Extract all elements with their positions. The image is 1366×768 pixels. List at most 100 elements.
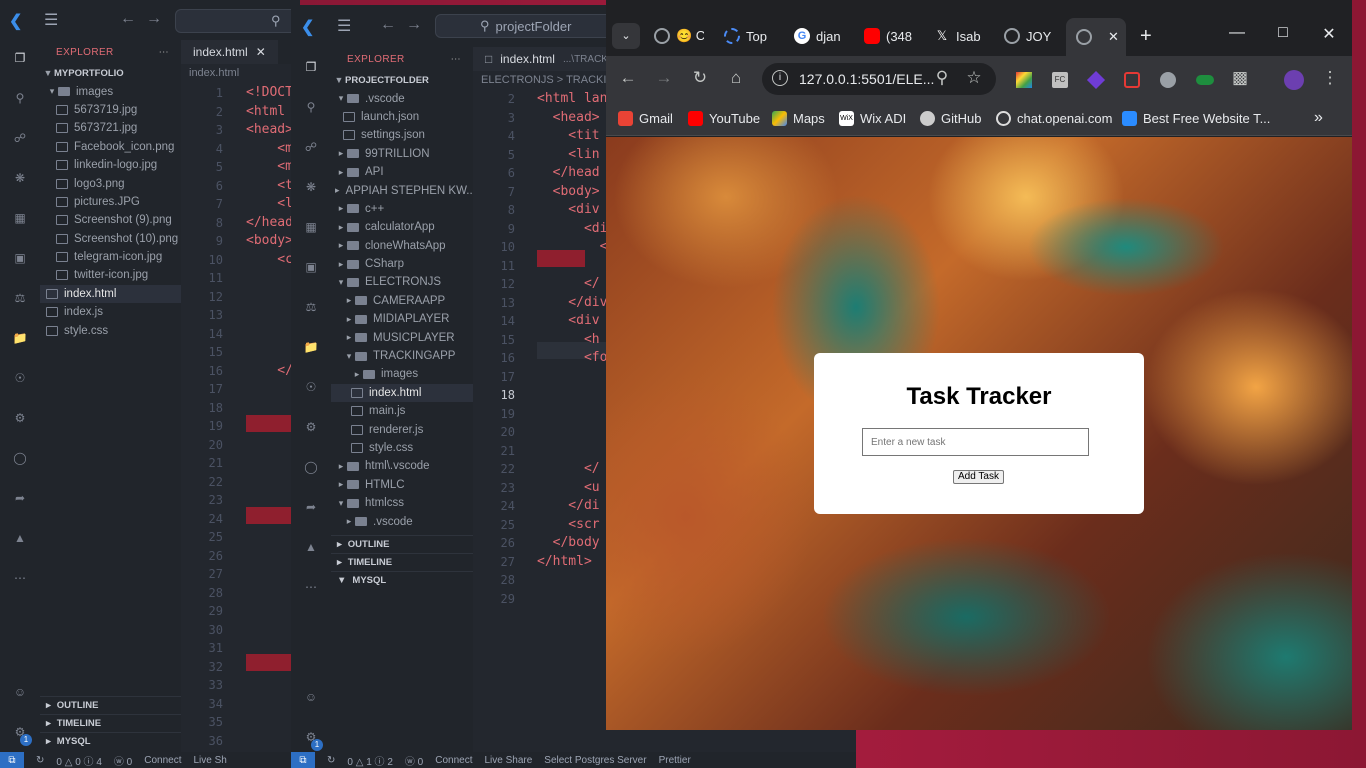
- file-item[interactable]: Screenshot (10).png: [40, 230, 181, 248]
- folder-item[interactable]: ▸ cloneWhatsApp: [331, 237, 473, 255]
- browser-tab[interactable]: (348: [864, 21, 914, 51]
- home-icon[interactable]: ⌂: [724, 68, 748, 88]
- menu-icon[interactable]: ☰: [337, 16, 351, 36]
- forward-arrow-icon[interactable]: →: [652, 68, 676, 88]
- more-actions-icon[interactable]: ⋯: [159, 47, 169, 58]
- address-bar[interactable]: i 127.0.0.1:5501/ELE...: [762, 63, 996, 95]
- explorer-icon[interactable]: ❐: [0, 38, 40, 78]
- bookmark-chatgpt[interactable]: chat.openai.com: [996, 108, 1112, 128]
- maximize-icon[interactable]: □: [1260, 24, 1306, 42]
- folder-item[interactable]: ▸ API: [331, 163, 473, 181]
- search-icon[interactable]: ⚲: [0, 78, 40, 118]
- section-mysql[interactable]: ▼ MYSQL: [331, 571, 473, 589]
- extensions-puzzle-icon[interactable]: ▩: [1228, 68, 1252, 88]
- folder-item[interactable]: ▸ CAMERAAPP: [331, 292, 473, 310]
- git-graph-icon[interactable]: ☉: [291, 367, 331, 407]
- file-item[interactable]: telegram-icon.jpg: [40, 248, 181, 266]
- folder-icon[interactable]: 📁: [291, 327, 331, 367]
- folder-item[interactable]: ▸ HTMLC: [331, 476, 473, 494]
- add-task-button[interactable]: Add Task: [953, 470, 1004, 484]
- live-share-status[interactable]: Live Share: [484, 755, 532, 766]
- azure-icon[interactable]: ▲: [0, 518, 40, 558]
- azure-icon[interactable]: ▲: [291, 527, 331, 567]
- file-item[interactable]: style.css: [40, 321, 181, 339]
- folder-item[interactable]: ▸ MUSICPLAYER: [331, 328, 473, 346]
- folder-item[interactable]: ▸ html\.vscode: [331, 457, 473, 475]
- debug-icon[interactable]: ❋: [0, 158, 40, 198]
- back-arrow-icon[interactable]: ←: [120, 10, 136, 28]
- command-center-search[interactable]: ⚲: [175, 9, 300, 33]
- folder-item[interactable]: ▸ c++: [331, 200, 473, 218]
- forward-arrow-icon[interactable]: →: [146, 10, 162, 28]
- file-item[interactable]: logo3.png: [40, 174, 181, 192]
- testing-icon[interactable]: ⚖: [291, 287, 331, 327]
- forward-arrow-icon[interactable]: →: [406, 16, 422, 34]
- source-control-icon[interactable]: ☍: [0, 118, 40, 158]
- file-item[interactable]: Screenshot (9).png: [40, 211, 181, 229]
- prettier-status[interactable]: Prettier: [659, 755, 691, 766]
- browser-tab[interactable]: JOY: [1004, 21, 1054, 51]
- git-graph-icon[interactable]: ☉: [0, 358, 40, 398]
- reload-icon[interactable]: ↻: [688, 68, 712, 88]
- browser-tab[interactable]: 😊 C: [654, 21, 704, 51]
- bookmark-maps[interactable]: Maps: [772, 108, 825, 128]
- file-item[interactable]: twitter-icon.jpg: [40, 266, 181, 284]
- browser-tab[interactable]: 𝕏 Isab: [934, 21, 984, 51]
- editor-tab[interactable]: index.html ✕: [181, 40, 278, 64]
- folder-item[interactable]: ▸ .vscode: [331, 512, 473, 530]
- folder-item[interactable]: ▸ MIDIAPLAYER: [331, 310, 473, 328]
- file-item[interactable]: linkedin-logo.jpg: [40, 156, 181, 174]
- file-item[interactable]: renderer.js: [331, 420, 473, 438]
- extensions-icon[interactable]: ▦: [0, 198, 40, 238]
- folder-item[interactable]: ▾ TRACKINGAPP: [331, 347, 473, 365]
- command-center-search[interactable]: ⚲ projectFolder: [435, 14, 615, 38]
- extension-icon[interactable]: [1160, 72, 1176, 88]
- section-outline[interactable]: ▸ OUTLINE: [40, 696, 181, 714]
- menu-kebab-icon[interactable]: ⋮: [1318, 68, 1342, 88]
- section-outline[interactable]: ▸ OUTLINE: [331, 535, 473, 553]
- bookmark-wix[interactable]: WiX Wix ADI: [839, 108, 906, 128]
- close-icon[interactable]: ✕: [1108, 29, 1119, 45]
- bookmark-gmail[interactable]: Gmail: [618, 108, 673, 128]
- file-item[interactable]: 5673721.jpg: [40, 119, 181, 137]
- live-server-icon[interactable]: ⚙: [291, 407, 331, 447]
- folder-item[interactable]: ▸ 99TRILLION: [331, 145, 473, 163]
- extension-icon[interactable]: FC: [1052, 72, 1068, 88]
- folder-item[interactable]: ▸ APPIAH STEPHEN KW...: [331, 181, 473, 199]
- extensions-icon[interactable]: ▦: [291, 207, 331, 247]
- bookmark-youtube[interactable]: YouTube: [688, 108, 760, 128]
- testing-icon[interactable]: ⚖: [0, 278, 40, 318]
- live-share-icon[interactable]: ➦: [0, 478, 40, 518]
- browser-tab-active[interactable]: ✕: [1066, 18, 1126, 56]
- menu-icon[interactable]: ☰: [44, 10, 58, 30]
- new-tab-button[interactable]: +: [1140, 21, 1160, 51]
- file-item[interactable]: pictures.JPG: [40, 193, 181, 211]
- zoom-icon[interactable]: ⚲: [930, 68, 954, 88]
- settings-gear-icon[interactable]: ⚙ 1: [0, 712, 40, 752]
- more-icon[interactable]: ⋯: [291, 567, 331, 607]
- remote-icon[interactable]: ⧉: [291, 752, 315, 768]
- edge-icon[interactable]: ◯: [0, 438, 40, 478]
- account-icon[interactable]: ☺: [291, 677, 331, 717]
- file-item[interactable]: Facebook_icon.png: [40, 138, 181, 156]
- file-item[interactable]: settings.json: [331, 126, 473, 144]
- bookmark-star-icon[interactable]: ☆: [962, 68, 986, 88]
- folder-icon[interactable]: 📁: [0, 318, 40, 358]
- sync-icon[interactable]: ↻: [327, 755, 335, 766]
- debug-icon[interactable]: ❋: [291, 167, 331, 207]
- file-item[interactable]: index.js: [40, 303, 181, 321]
- connect-status[interactable]: Connect: [144, 755, 181, 766]
- sync-icon[interactable]: ↻: [36, 755, 44, 766]
- connect-status[interactable]: Connect: [435, 755, 472, 766]
- folder-item[interactable]: ▸ CSharp: [331, 255, 473, 273]
- back-arrow-icon[interactable]: ←: [616, 68, 640, 88]
- file-item[interactable]: launch.json: [331, 108, 473, 126]
- close-window-icon[interactable]: ✕: [1306, 24, 1352, 44]
- close-icon[interactable]: ✕: [256, 45, 266, 59]
- profile-avatar[interactable]: [1284, 70, 1304, 90]
- more-bookmarks-button[interactable]: »: [1314, 108, 1323, 128]
- postgres-status[interactable]: Select Postgres Server: [544, 755, 646, 766]
- folder-item[interactable]: ▸ images: [331, 365, 473, 383]
- site-info-icon[interactable]: i: [772, 70, 788, 86]
- live-share-status[interactable]: Live Sh: [193, 755, 226, 766]
